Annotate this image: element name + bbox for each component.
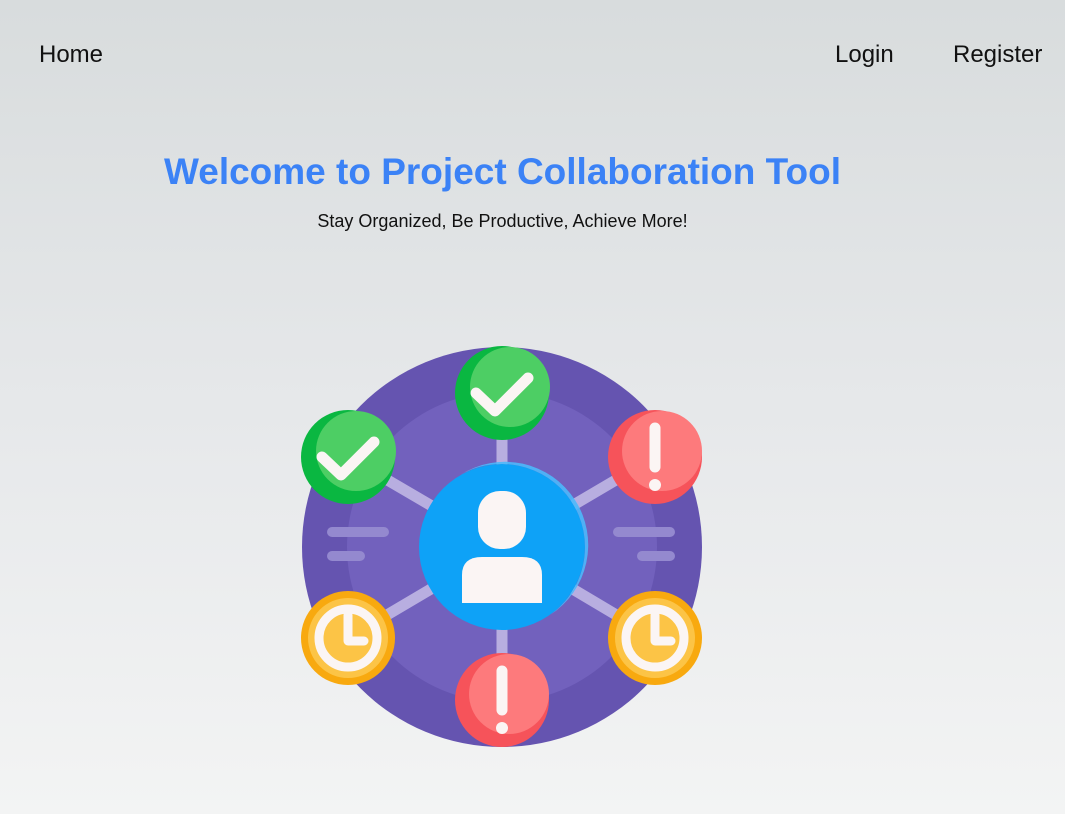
alert-icon xyxy=(455,653,549,747)
clock-icon xyxy=(301,591,395,685)
nav-home-link[interactable]: Home xyxy=(39,40,103,70)
collaboration-illustration xyxy=(301,346,702,747)
alert-icon xyxy=(608,410,702,504)
clock-icon xyxy=(608,591,702,685)
hero-subtitle: Stay Organized, Be Productive, Achieve M… xyxy=(317,211,688,231)
nav-login-link[interactable]: Login xyxy=(835,40,894,70)
hero-title: Welcome to Project Collaboration Tool xyxy=(163,151,842,192)
nav-register-link[interactable]: Register xyxy=(953,40,1042,70)
